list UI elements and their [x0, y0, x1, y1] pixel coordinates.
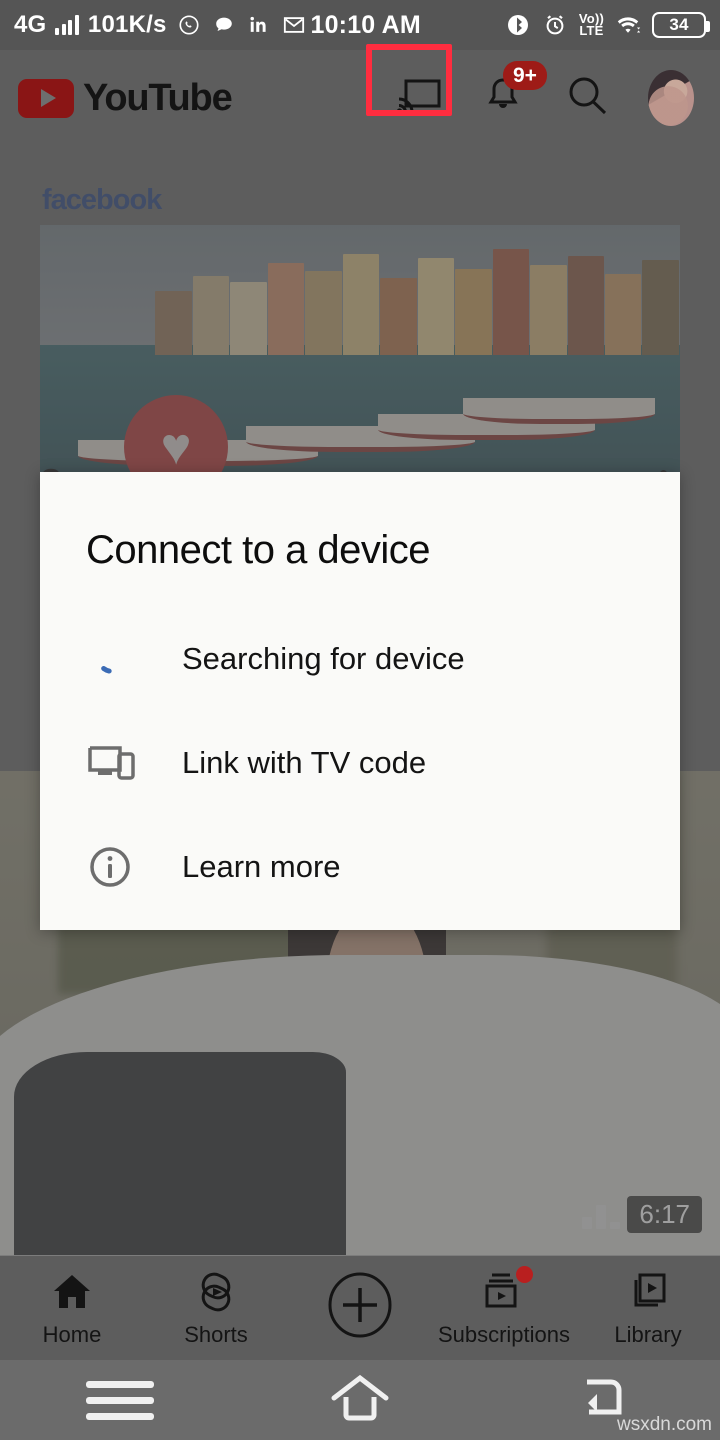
subscriptions-badge-dot: [516, 1266, 533, 1283]
dialog-item-label: Link with TV code: [182, 745, 427, 780]
wifi-icon: [615, 12, 641, 38]
system-home-button[interactable]: [240, 1372, 480, 1429]
youtube-play-icon: [18, 78, 74, 118]
library-icon: [624, 1268, 672, 1316]
alarm-clock-icon: [542, 12, 568, 38]
message-icon: [211, 12, 237, 38]
dialog-item-learn-more[interactable]: Learn more: [40, 815, 680, 919]
youtube-wordmark: YouTube: [83, 76, 233, 119]
network-type-label: 4G: [14, 11, 47, 38]
status-bar: 4G 101K/s 10:10 AM Vo)) LTE 34: [0, 0, 720, 50]
nav-item-shorts[interactable]: Shorts: [144, 1268, 288, 1348]
system-navigation-bar: wsxdn.com: [0, 1360, 720, 1440]
nav-item-library[interactable]: Library: [576, 1268, 720, 1348]
email-icon: [281, 12, 307, 38]
system-menu-button[interactable]: [0, 1380, 240, 1420]
subscriptions-icon: [479, 1266, 533, 1316]
dialog-item-link-tv-code[interactable]: Link with TV code: [40, 711, 680, 815]
data-speed-label: 101K/s: [87, 11, 167, 38]
notifications-badge: 9+: [503, 61, 547, 91]
app-header: YouTube 9+: [0, 44, 720, 146]
account-avatar-button[interactable]: [648, 70, 694, 126]
nav-item-create[interactable]: [288, 1272, 432, 1338]
battery-level-label: 34: [669, 15, 689, 34]
linkedin-icon: [246, 12, 272, 38]
volte-icon: Vo)) LTE: [578, 10, 604, 38]
status-bar-clock: 10:10 AM: [310, 10, 421, 39]
loading-spinner-icon: [86, 637, 182, 681]
info-circle-icon: [86, 843, 182, 891]
dialog-item-label: Learn more: [182, 849, 341, 884]
dialog-item-label: Searching for device: [182, 641, 465, 676]
nav-item-home[interactable]: Home: [0, 1268, 144, 1348]
avatar: [648, 70, 694, 126]
notifications-button[interactable]: 9+: [480, 61, 547, 121]
cast-button[interactable]: [366, 44, 452, 121]
battery-icon: 34: [652, 12, 710, 38]
nav-label: Home: [42, 1322, 102, 1347]
home-icon: [49, 1268, 95, 1316]
dialog-item-searching[interactable]: Searching for device: [40, 607, 680, 711]
bluetooth-icon: [505, 12, 531, 38]
connect-to-device-dialog: Connect to a device Searching for device: [40, 472, 680, 930]
cast-icon: [396, 77, 441, 120]
search-icon: [565, 74, 609, 123]
nav-label: Subscriptions: [437, 1322, 571, 1347]
search-button[interactable]: [564, 75, 610, 121]
nav-item-subscriptions[interactable]: Subscriptions: [432, 1266, 576, 1348]
whatsapp-icon: [176, 12, 202, 38]
nav-label: Library: [614, 1322, 682, 1347]
bottom-navigation-bar: Home Shorts Subscriptions Library: [0, 1255, 720, 1360]
hamburger-menu-icon: [86, 1380, 154, 1420]
create-plus-icon: [325, 1272, 395, 1338]
shorts-icon: [193, 1268, 239, 1316]
tv-phone-link-icon: [86, 741, 182, 785]
signal-bars-icon: [55, 15, 79, 35]
dialog-title: Connect to a device: [86, 528, 431, 572]
home-outline-icon: [324, 1372, 396, 1429]
youtube-logo[interactable]: YouTube: [18, 76, 233, 120]
nav-label: Shorts: [184, 1322, 248, 1347]
watermark-label: wsxdn.com: [616, 1414, 712, 1435]
